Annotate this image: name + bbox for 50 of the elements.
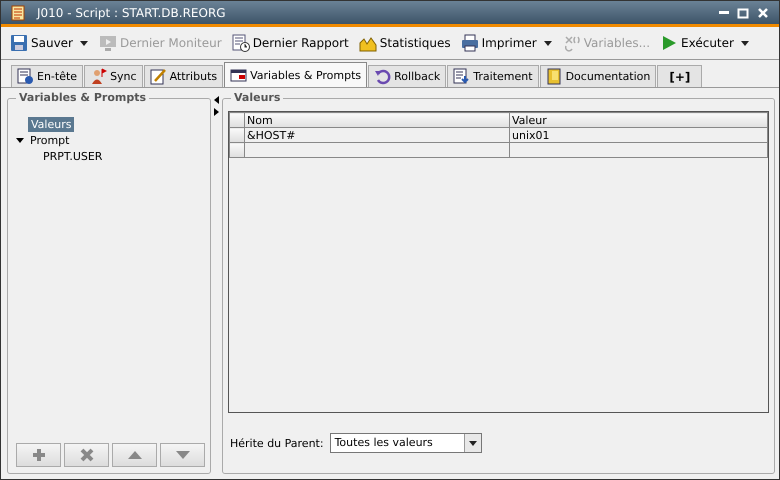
close-icon	[757, 6, 769, 18]
window-icon	[230, 66, 248, 84]
tab[interactable]: Traitement	[447, 65, 539, 87]
report-clock-icon	[232, 34, 250, 52]
maximize-icon	[737, 6, 749, 18]
toolbar-button[interactable]: Dernier Rapport	[228, 32, 352, 54]
panel-title: Variables & Prompts	[16, 91, 150, 104]
row-header[interactable]	[230, 142, 244, 158]
row-header[interactable]	[230, 128, 244, 142]
tab[interactable]: Documentation	[540, 65, 656, 87]
toolbar-button[interactable]: Statistiques	[356, 32, 454, 54]
right-arrow-icon	[214, 108, 219, 116]
run-button[interactable]: Exécuter	[657, 32, 737, 54]
tab[interactable]: En-tête	[11, 65, 84, 87]
tree-item[interactable]: PRPT.USER	[40, 149, 106, 164]
book-icon	[546, 68, 563, 85]
window-title: J010 - Script : START.DB.REORG	[37, 6, 226, 20]
save-button[interactable]: Sauver	[7, 32, 76, 54]
pencil-document-icon	[150, 68, 167, 85]
cross-icon	[78, 447, 94, 463]
row-header	[230, 112, 244, 128]
column-header[interactable]: Nom	[244, 112, 510, 128]
tab[interactable]: Sync	[84, 65, 143, 87]
printer-icon	[460, 34, 479, 52]
tab[interactable]: Rollback	[368, 65, 446, 87]
panel-title: Valeurs	[231, 91, 284, 104]
field-label: Hérite du Parent:	[230, 436, 324, 450]
table-cell: unix01	[510, 128, 768, 142]
minimize-icon	[719, 11, 729, 14]
tab[interactable]: Variables & Prompts	[224, 62, 368, 87]
column-header[interactable]: Valeur	[510, 112, 768, 128]
undo-icon	[374, 68, 392, 85]
tree-item[interactable]: Prompt	[27, 133, 72, 148]
tree-item[interactable]: Valeurs	[28, 117, 74, 132]
table-cell: &HOST#	[244, 128, 510, 142]
document-info-icon	[17, 68, 34, 85]
left-arrow-icon	[214, 96, 219, 104]
tab[interactable]: [+]	[657, 65, 702, 87]
empty-cell[interactable]	[510, 142, 768, 158]
play-icon	[660, 34, 678, 52]
inherit-dropdown[interactable]: Toutes les valeurs	[330, 433, 482, 453]
variables-icon	[562, 34, 581, 52]
expand-arrow-icon[interactable]	[16, 138, 24, 143]
monitor-icon	[99, 34, 117, 52]
person-flag-icon	[90, 68, 108, 85]
document-icon	[11, 4, 25, 20]
tab[interactable]: Attributs	[144, 65, 224, 87]
plus-icon	[30, 447, 46, 463]
document-arrow-icon	[453, 68, 470, 85]
print-button[interactable]: Imprimer	[458, 32, 540, 54]
